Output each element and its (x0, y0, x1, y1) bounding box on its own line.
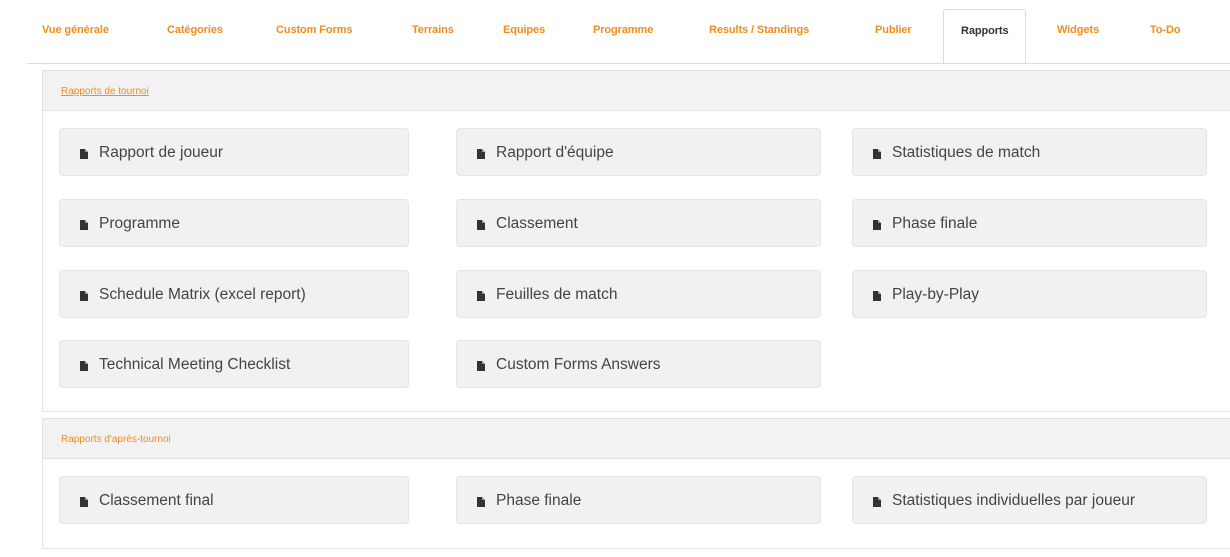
document-icon (80, 291, 88, 301)
tab-terrains[interactable]: Terrains (412, 24, 454, 36)
tab-widgets[interactable]: Widgets (1057, 24, 1099, 36)
report-label: Rapport de joueur (99, 144, 224, 161)
tab-bar-divider (27, 63, 1230, 64)
report-label: Feuilles de match (496, 286, 618, 303)
tab-equipes[interactable]: Equipes (503, 24, 545, 36)
tab-to-do[interactable]: To-Do (1150, 24, 1181, 36)
document-icon (80, 497, 88, 507)
tab-custom-forms[interactable]: Custom Forms (276, 24, 353, 36)
report-label: Classement (496, 215, 578, 232)
report-label: Statistiques de match (892, 144, 1041, 161)
report-label: Phase finale (496, 492, 582, 509)
tab-results-standings[interactable]: Results / Standings (709, 24, 809, 36)
report-label: Phase finale (892, 215, 978, 232)
document-icon (477, 149, 485, 159)
report-label: Rapport d'équipe (496, 144, 614, 161)
report-label: Classement final (99, 492, 214, 509)
report-match-sheets-button[interactable]: Feuilles de match (456, 270, 821, 318)
tab-programme[interactable]: Programme (593, 24, 653, 36)
tab-rapports[interactable]: Rapports (943, 9, 1027, 64)
report-label: Statistiques individuelles par joueur (892, 492, 1135, 509)
document-icon (80, 361, 88, 371)
report-final-phase-button[interactable]: Phase finale (852, 199, 1207, 247)
report-label: Technical Meeting Checklist (99, 356, 291, 373)
report-post-final-phase-button[interactable]: Phase finale (456, 476, 821, 524)
report-play-by-play-button[interactable]: Play-by-Play (852, 270, 1207, 318)
report-technical-meeting-button[interactable]: Technical Meeting Checklist (59, 340, 409, 388)
document-icon (477, 361, 485, 371)
report-team-button[interactable]: Rapport d'équipe (456, 128, 821, 176)
report-schedule-button[interactable]: Programme (59, 199, 409, 247)
document-icon (477, 497, 485, 507)
report-final-standings-button[interactable]: Classement final (59, 476, 409, 524)
tab-categories[interactable]: Catégories (167, 24, 223, 36)
report-match-stats-button[interactable]: Statistiques de match (852, 128, 1207, 176)
document-icon (873, 220, 881, 230)
report-label: Programme (99, 215, 180, 232)
report-label: Play-by-Play (892, 286, 979, 303)
document-icon (477, 220, 485, 230)
report-schedule-matrix-button[interactable]: Schedule Matrix (excel report) (59, 270, 409, 318)
document-icon (477, 291, 485, 301)
tab-bar: Vue générale Catégories Custom Forms Ter… (0, 0, 1230, 64)
tab-publier[interactable]: Publier (875, 24, 912, 36)
report-player-stats-button[interactable]: Statistiques individuelles par joueur (852, 476, 1207, 524)
report-player-button[interactable]: Rapport de joueur (59, 128, 409, 176)
report-label: Schedule Matrix (excel report) (99, 286, 306, 303)
report-standings-button[interactable]: Classement (456, 199, 821, 247)
post-tournament-reports-header[interactable]: Rapports d'après-tournoi (43, 419, 1230, 459)
tab-vue-generale[interactable]: Vue générale (42, 24, 109, 36)
document-icon (80, 220, 88, 230)
document-icon (873, 497, 881, 507)
document-icon (873, 149, 881, 159)
report-custom-forms-answers-button[interactable]: Custom Forms Answers (456, 340, 821, 388)
report-label: Custom Forms Answers (496, 356, 661, 373)
tournament-reports-panel: Rapports de tournoi Rapport de joueur Ra… (42, 70, 1230, 412)
post-tournament-reports-panel: Rapports d'après-tournoi Classement fina… (42, 418, 1230, 549)
document-icon (873, 291, 881, 301)
document-icon (80, 149, 88, 159)
tournament-reports-header[interactable]: Rapports de tournoi (43, 71, 1230, 111)
